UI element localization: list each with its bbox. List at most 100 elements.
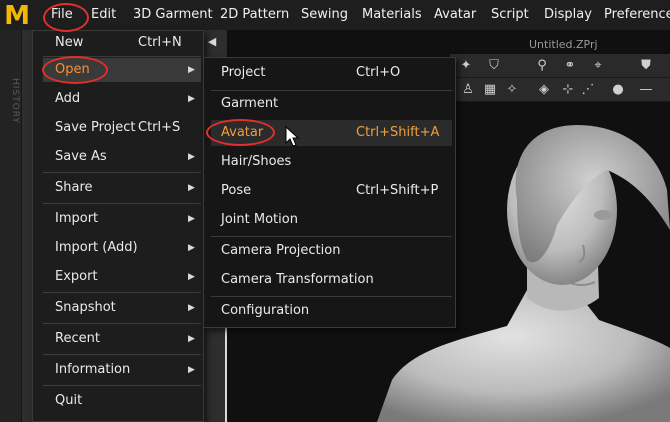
history-panel: HISTORY <box>0 30 22 422</box>
menu-item-label: New <box>55 35 84 50</box>
open-project[interactable]: Project Ctrl+O <box>211 60 452 86</box>
menu-bar: M File Edit 3D Garment 2D Pattern Sewing… <box>0 0 670 30</box>
menu-sewing[interactable]: Sewing <box>301 0 348 30</box>
submenu-arrow-icon: ▶ <box>188 365 195 375</box>
menu-item-label: Project <box>221 65 266 80</box>
line-icon[interactable]: — <box>638 82 654 98</box>
menu-item-label: Camera Projection <box>221 243 341 258</box>
submenu-arrow-icon: ▶ <box>188 334 195 344</box>
menu-edit[interactable]: Edit <box>91 0 116 30</box>
menu-separator <box>211 296 452 297</box>
open-garment[interactable]: Garment <box>211 91 452 117</box>
menu-item-label: Garment <box>221 96 279 111</box>
file-menu-save-project[interactable]: Save Project Ctrl+S <box>43 116 201 140</box>
open-hair-shoes[interactable]: Hair/Shoes <box>211 149 452 175</box>
menu-script[interactable]: Script <box>491 0 529 30</box>
collapse-arrow-icon[interactable]: ◀ <box>205 34 219 50</box>
open-joint-motion[interactable]: Joint Motion <box>211 207 452 233</box>
file-menu-snapshot[interactable]: Snapshot ▶ <box>43 296 201 320</box>
menu-separator <box>43 385 201 386</box>
file-menu-import[interactable]: Import ▶ <box>43 207 201 231</box>
file-menu-share[interactable]: Share ▶ <box>43 176 201 200</box>
menu-item-label: Configuration <box>221 303 310 318</box>
open-camera-projection[interactable]: Camera Projection <box>211 238 452 264</box>
menu-2d-pattern[interactable]: 2D Pattern <box>220 0 289 30</box>
menu-item-label: Joint Motion <box>221 212 298 227</box>
shirt-icon[interactable]: ⛉ <box>486 58 502 74</box>
file-menu-recent[interactable]: Recent ▶ <box>43 327 201 351</box>
menu-item-label: Snapshot <box>55 300 116 315</box>
menu-item-shortcut: Ctrl+N <box>138 35 182 50</box>
file-menu-import-add[interactable]: Import (Add) ▶ <box>43 236 201 260</box>
open-camera-transformation[interactable]: Camera Transformation <box>211 267 452 293</box>
menu-materials[interactable]: Materials <box>362 0 422 30</box>
menu-item-label: Quit <box>55 393 83 408</box>
submenu-arrow-icon: ▶ <box>188 152 195 162</box>
file-menu-new[interactable]: New Ctrl+N <box>43 31 201 55</box>
shirt-pin-icon[interactable]: ⛊ <box>638 58 654 74</box>
file-menu: New Ctrl+N Open ▶ Add ▶ Save Project Ctr… <box>32 30 204 422</box>
open-configuration[interactable]: Configuration <box>211 298 452 324</box>
menu-item-label: Information <box>55 362 131 377</box>
annotation-ring-avatar <box>206 119 275 146</box>
file-menu-information[interactable]: Information ▶ <box>43 358 201 382</box>
submenu-arrow-icon: ▶ <box>188 94 195 104</box>
texture-icon[interactable]: ▦ <box>482 82 498 98</box>
menu-item-shortcut: Ctrl+S <box>138 120 181 135</box>
submenu-arrow-icon: ▶ <box>188 243 195 253</box>
history-label: HISTORY <box>10 78 20 124</box>
mouse-cursor-icon <box>285 126 299 147</box>
menu-item-label: Hair/Shoes <box>221 154 292 169</box>
annotation-ring-open <box>42 56 108 84</box>
submenu-arrow-icon: ▶ <box>188 214 195 224</box>
menu-separator <box>43 323 201 324</box>
open-pose[interactable]: Pose Ctrl+Shift+P <box>211 178 452 204</box>
file-menu-quit[interactable]: Quit <box>43 389 201 413</box>
dot-icon[interactable]: ● <box>610 82 626 98</box>
annotation-ring-file <box>43 3 89 32</box>
menu-item-label: Export <box>55 269 98 284</box>
file-menu-add[interactable]: Add ▶ <box>43 87 201 111</box>
menu-item-label: Recent <box>55 331 100 346</box>
menu-separator <box>211 236 452 237</box>
submenu-arrow-icon: ▶ <box>188 65 195 75</box>
arrange-icon[interactable]: ⚭ <box>562 58 578 74</box>
garment-tool-icon[interactable]: ✦ <box>458 58 474 74</box>
menu-separator <box>43 292 201 293</box>
avatar-icon[interactable]: ♙ <box>460 82 476 98</box>
pin-icon[interactable]: ✧ <box>504 82 520 98</box>
submenu-arrow-icon: ▶ <box>188 303 195 313</box>
menu-separator <box>43 172 201 173</box>
menu-item-label: Import <box>55 211 99 226</box>
menu-item-shortcut: Ctrl+Shift+P <box>356 183 439 198</box>
menu-display[interactable]: Display <box>544 0 592 30</box>
fold-icon[interactable]: ⚲ <box>534 58 550 74</box>
menu-avatar[interactable]: Avatar <box>434 0 476 30</box>
tack-icon[interactable]: ⌖ <box>590 58 606 74</box>
menu-item-shortcut: Ctrl+Shift+A <box>356 125 440 140</box>
viewport-title: Untitled.ZPrj <box>529 38 598 51</box>
menu-item-label: Share <box>55 180 93 195</box>
submenu-arrow-icon: ▶ <box>188 272 195 282</box>
menu-separator <box>43 354 201 355</box>
toolbar-row-1: ✦ ⛉ ⚲ ⚭ ⌖ ⛊ <box>450 54 670 78</box>
menu-separator <box>43 203 201 204</box>
strap-icon[interactable]: ◈ <box>536 82 552 98</box>
menu-item-label: Import (Add) <box>55 240 138 255</box>
menu-item-label: Pose <box>221 183 252 198</box>
submenu-arrow-icon: ▶ <box>188 183 195 193</box>
toolbar-row-2: ♙ ▦ ✧ ◈ ⊹ ⋰ ● — <box>450 78 670 102</box>
menu-preferences[interactable]: Preferences <box>604 0 670 30</box>
file-menu-save-as[interactable]: Save As ▶ <box>43 145 201 169</box>
menu-item-shortcut: Ctrl+O <box>356 65 401 80</box>
menu-item-label: Add <box>55 91 81 106</box>
menu-item-label: Save As <box>55 149 107 164</box>
menu-item-label: Camera Transformation <box>221 272 374 287</box>
menu-item-label: Save Project <box>55 120 136 135</box>
sewing-icon[interactable]: ⋰ <box>580 82 596 98</box>
app-logo: M <box>4 1 30 31</box>
file-menu-export[interactable]: Export ▶ <box>43 265 201 289</box>
open-submenu: Project Ctrl+O Garment Avatar Ctrl+Shift… <box>203 57 456 328</box>
menu-3d-garment[interactable]: 3D Garment <box>133 0 213 30</box>
bone-icon[interactable]: ⊹ <box>560 82 576 98</box>
